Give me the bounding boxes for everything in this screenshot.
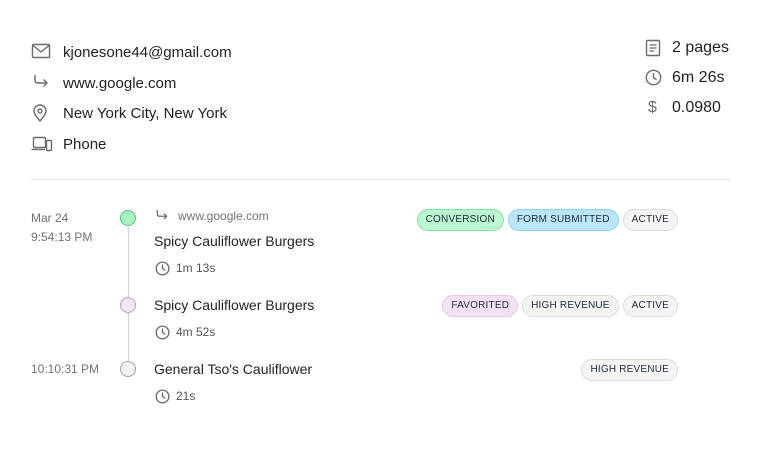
event-page-title[interactable]: Spicy Cauliflower Burgers [154, 296, 314, 314]
mail-icon [31, 43, 51, 59]
badge-high-revenue: HIGH REVENUE [522, 295, 619, 317]
device-icon [31, 136, 53, 152]
dollar-icon: $ [648, 99, 657, 116]
badge-active: ACTIVE [622, 295, 678, 317]
referrer-arrow-icon [32, 74, 50, 90]
revenue-value: 0.0980 [672, 99, 721, 116]
clock-icon [155, 325, 170, 340]
badge-active: ACTIVE [622, 209, 678, 231]
event-badges: CONVERSION FORM SUBMITTED ACTIVE [416, 209, 678, 231]
badge-high-revenue: HIGH REVENUE [581, 359, 678, 381]
timeline-line [128, 227, 129, 361]
visitor-referrer: www.google.com [63, 75, 177, 92]
pages-count: 2 pages [672, 39, 729, 56]
clock-icon [645, 69, 662, 86]
timeline-dot [120, 297, 136, 313]
event-duration: 4m 52s [176, 325, 216, 339]
document-icon [645, 39, 661, 57]
clock-icon [155, 389, 170, 404]
event-time: 10:10:31 PM [31, 362, 100, 376]
section-divider [31, 179, 731, 180]
event-time: 9:54:13 PM [31, 230, 93, 244]
visitor-device: Phone [63, 136, 107, 153]
clock-icon [155, 261, 170, 276]
event-duration: 21s [176, 389, 196, 403]
visitor-location: New York City, New York [63, 105, 227, 122]
badge-conversion: CONVERSION [416, 209, 504, 231]
visitor-email: kjonesone44@gmail.com [63, 44, 232, 61]
event-page-title[interactable]: Spicy Cauliflower Burgers [154, 232, 314, 250]
event-referrer: www.google.com [178, 209, 269, 223]
event-page-title[interactable]: General Tso's Cauliflower [154, 360, 312, 378]
referrer-arrow-icon [155, 209, 169, 222]
event-duration: 1m 13s [176, 261, 216, 275]
badge-form-submitted: FORM SUBMITTED [507, 209, 619, 231]
timeline-dot [120, 361, 136, 377]
location-pin-icon [32, 104, 48, 122]
badge-favorited: FAVORITED [442, 295, 519, 317]
session-duration: 6m 26s [672, 69, 725, 86]
event-date: Mar 24 [31, 211, 69, 225]
timeline-dot [120, 210, 136, 226]
event-badges: FAVORITED HIGH REVENUE ACTIVE [442, 295, 678, 317]
event-badges: HIGH REVENUE [581, 359, 678, 381]
